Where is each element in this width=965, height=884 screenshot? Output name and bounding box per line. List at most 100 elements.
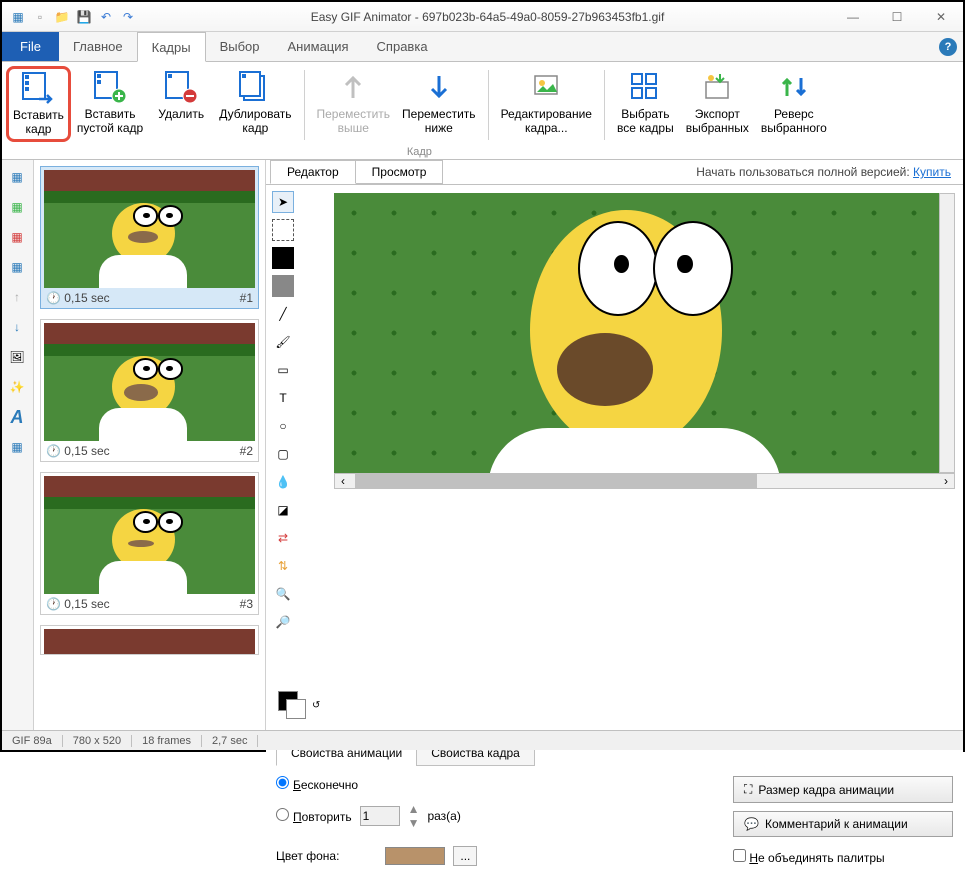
editor-tab[interactable]: Редактор (270, 160, 356, 184)
frame-number: #1 (240, 291, 253, 305)
fill-bg-icon[interactable] (272, 275, 294, 297)
frame-meta: 🕐 0,15 sec #1 (44, 288, 255, 305)
zoom-out-icon[interactable]: 🔎 (272, 611, 294, 633)
merge-palette-checkbox[interactable] (733, 849, 746, 862)
flip-h-icon[interactable]: ⇄ (272, 527, 294, 549)
ribbon-group-frame: Вставить кадр Вставить пустой кадр Удали… (6, 66, 833, 160)
bg-color-swatch[interactable] (286, 699, 306, 719)
file-menu[interactable]: File (2, 32, 59, 61)
edit-frame-button[interactable]: Редактирование кадра... (495, 66, 598, 142)
frame-time: 0,15 sec (64, 291, 109, 305)
repeat-count-input[interactable] (360, 806, 400, 826)
frame-number: #3 (240, 597, 253, 611)
move-down-label: Переместить ниже (402, 107, 476, 136)
app-icon: ▦ (10, 9, 26, 25)
frame-size-button[interactable]: ⛶ Размер кадра анимации (733, 776, 953, 803)
frames-panel[interactable]: 🕐 0,15 sec #1 🕐 0,15 sec #2 (34, 160, 266, 730)
horizontal-scrollbar[interactable]: ‹ › (334, 473, 955, 489)
tool-dup-icon[interactable]: ▦ (4, 254, 30, 280)
new-icon[interactable]: ▫ (32, 9, 48, 25)
frame-time: 0,15 sec (64, 597, 109, 611)
window-title: Easy GIF Animator - 697b023b-64a5-49a0-8… (144, 10, 831, 24)
frame-item[interactable] (40, 625, 259, 655)
comment-icon: 💬 (744, 817, 759, 831)
delete-frame-button[interactable]: Удалить (149, 66, 213, 142)
frame-item[interactable]: 🕐 0,15 sec #3 (40, 472, 259, 615)
preview-tab[interactable]: Просмотр (355, 160, 444, 184)
comment-button[interactable]: 💬 Комментарий к анимации (733, 811, 953, 837)
rect-tool-icon[interactable]: ▭ (272, 359, 294, 381)
repeat-radio-label[interactable]: Повторить (276, 808, 352, 824)
menu-selection[interactable]: Выбор (206, 32, 274, 61)
repeat-times-label: раз(а) (427, 809, 460, 823)
edit-frame-label: Редактирование кадра... (501, 107, 592, 136)
eyedropper-tool-icon[interactable]: 💧 (272, 471, 294, 493)
export-label: Экспорт выбранных (686, 107, 749, 136)
color-picker: ↺ (272, 685, 326, 725)
properties-panel: Свойства анимации Свойства кадра ББескон… (266, 732, 963, 884)
merge-palette-checkbox-label[interactable]: Не объединять палитры (733, 849, 885, 865)
tool-down-icon[interactable]: ↓ (4, 314, 30, 340)
frame-item[interactable]: 🕐 0,15 sec #1 (40, 166, 259, 309)
save-icon[interactable]: 💾 (76, 9, 92, 25)
tool-insert-icon[interactable]: ▦ (4, 164, 30, 190)
text-tool-icon[interactable]: T (272, 387, 294, 409)
buy-link[interactable]: Купить (913, 165, 951, 179)
line-tool-icon[interactable]: ╱ (272, 303, 294, 325)
swap-colors-icon[interactable]: ↺ (312, 700, 320, 711)
move-down-button[interactable]: Переместить ниже (396, 66, 482, 142)
help-icon[interactable]: ? (939, 38, 957, 56)
tool-add-icon[interactable]: ▦ (4, 194, 30, 220)
vertical-scrollbar[interactable] (939, 193, 955, 473)
close-button[interactable]: ✕ (919, 2, 963, 31)
tool-remove-icon[interactable]: ▦ (4, 224, 30, 250)
tool-grid-icon[interactable]: ▦ (4, 434, 30, 460)
repeat-radio[interactable] (276, 808, 289, 821)
brush-tool-icon[interactable]: 🖌 (272, 331, 294, 353)
menu-frames[interactable]: Кадры (137, 32, 206, 62)
resize-icon: ⛶ (744, 782, 752, 797)
left-toolbar: ▦ ▦ ▦ ▦ ↑ ↓ 🖼 ✨ A ▦ (2, 160, 34, 730)
zoom-in-icon[interactable]: 🔍 (272, 583, 294, 605)
move-up-label: Переместить выше (317, 107, 391, 136)
tool-wand-icon[interactable]: ✨ (4, 374, 30, 400)
menu-animation[interactable]: Анимация (274, 32, 363, 61)
redo-icon[interactable]: ↷ (120, 9, 136, 25)
duplicate-frame-icon (238, 70, 272, 104)
infinite-radio[interactable] (276, 776, 289, 789)
minimize-button[interactable]: — (831, 2, 875, 31)
flip-v-icon[interactable]: ⇅ (272, 555, 294, 577)
move-up-button[interactable]: Переместить выше (311, 66, 397, 142)
tool-up-icon[interactable]: ↑ (4, 284, 30, 310)
pointer-tool-icon[interactable]: ➤ (272, 191, 294, 213)
infinite-radio-label[interactable]: ББесконечноесконечно (276, 776, 358, 792)
titlebar: ▦ ▫ 📁 💾 ↶ ↷ Easy GIF Animator - 697b023b… (2, 2, 963, 32)
frame-item[interactable]: 🕐 0,15 sec #2 (40, 319, 259, 462)
bg-color-swatch[interactable] (385, 847, 445, 865)
tool-text-icon[interactable]: A (4, 404, 30, 430)
maximize-button[interactable]: ☐ (875, 2, 919, 31)
properties-body: ББесконечноесконечно Повторить ▲▼ раз(а)… (276, 776, 953, 876)
bg-color-picker-button[interactable]: ... (453, 846, 477, 866)
ellipse-tool-icon[interactable]: ○ (272, 415, 294, 437)
reverse-button[interactable]: Реверс выбранного (755, 66, 833, 142)
delete-frame-icon (164, 70, 198, 104)
status-dimensions: 780 x 520 (63, 735, 132, 747)
select-all-button[interactable]: Выбрать все кадры (611, 66, 680, 142)
menu-main[interactable]: Главное (59, 32, 137, 61)
export-selected-button[interactable]: Экспорт выбранных (680, 66, 755, 142)
rounded-rect-tool-icon[interactable]: ▢ (272, 443, 294, 465)
menu-help[interactable]: Справка (363, 32, 442, 61)
tool-edit-icon[interactable]: 🖼 (4, 344, 30, 370)
statusbar: GIF 89a 780 x 520 18 frames 2,7 sec (2, 730, 963, 750)
eraser-tool-icon[interactable]: ◪ (272, 499, 294, 521)
duplicate-frame-button[interactable]: Дублировать кадр (213, 66, 297, 142)
fill-fg-icon[interactable] (272, 247, 294, 269)
marquee-tool-icon[interactable] (272, 219, 294, 241)
undo-icon[interactable]: ↶ (98, 9, 114, 25)
insert-empty-button[interactable]: Вставить пустой кадр (71, 66, 149, 142)
window-controls: — ☐ ✕ (831, 2, 963, 31)
canvas[interactable] (334, 193, 939, 473)
insert-frame-button[interactable]: Вставить кадр (6, 66, 71, 142)
open-icon[interactable]: 📁 (54, 9, 70, 25)
